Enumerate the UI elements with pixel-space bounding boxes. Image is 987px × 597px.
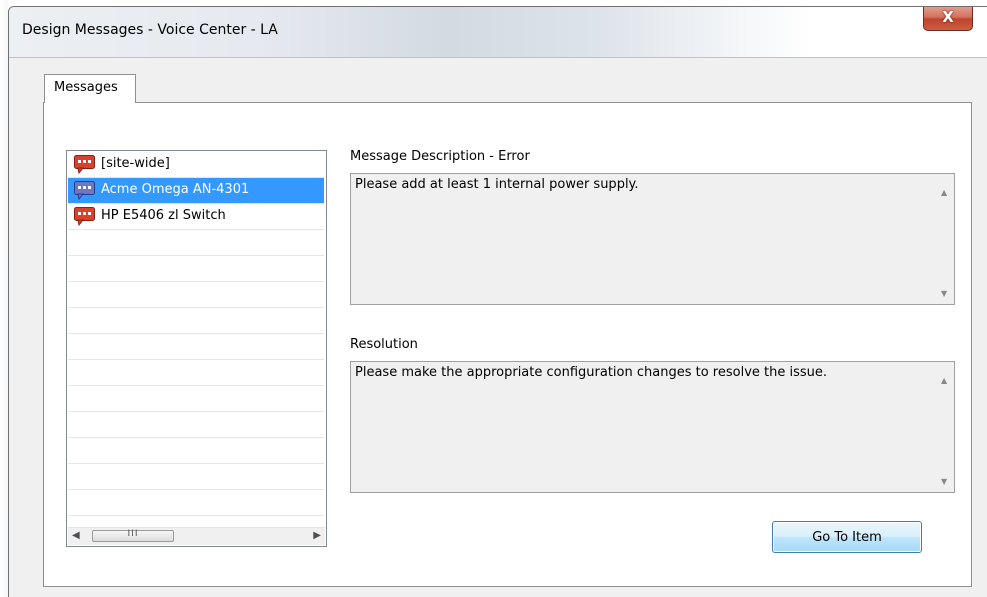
- description-heading: Message Description - Error: [350, 149, 530, 164]
- scrollbar-grip: III: [127, 529, 139, 539]
- list-item-selected[interactable]: Acme Omega AN-4301: [68, 178, 324, 204]
- empty-row: [68, 386, 324, 412]
- empty-row: [68, 308, 324, 334]
- list-item-label: [site-wide]: [101, 156, 170, 171]
- empty-row: [68, 438, 324, 464]
- go-to-item-button[interactable]: Go To Item: [772, 521, 922, 553]
- empty-row: [68, 360, 324, 386]
- tab-messages[interactable]: Messages: [44, 74, 136, 103]
- error-message-icon: [74, 207, 95, 226]
- scrollbar-thumb[interactable]: III: [92, 529, 174, 542]
- list-item-label: HP E5406 zl Switch: [101, 208, 226, 223]
- close-icon: X: [942, 8, 954, 26]
- info-message-icon: [74, 181, 95, 200]
- tab-messages-label: Messages: [54, 80, 118, 95]
- resolution-heading: Resolution: [350, 337, 418, 352]
- error-message-icon: [74, 155, 95, 174]
- list-item[interactable]: HP E5406 zl Switch: [68, 204, 324, 230]
- scroll-right-icon[interactable]: ▶: [313, 530, 321, 541]
- empty-row: [68, 230, 324, 256]
- empty-row: [68, 334, 324, 360]
- description-text: Please add at least 1 internal power sup…: [355, 177, 639, 192]
- description-textbox[interactable]: Please add at least 1 internal power sup…: [350, 173, 955, 305]
- resolution-text: Please make the appropriate configuratio…: [355, 365, 828, 380]
- resolution-textbox[interactable]: Please make the appropriate configuratio…: [350, 361, 955, 493]
- scroll-up-icon[interactable]: ▲: [941, 376, 947, 385]
- description-vertical-scrollbar[interactable]: ▲ ▼: [937, 174, 954, 304]
- empty-row: [68, 412, 324, 438]
- empty-row: [68, 490, 324, 516]
- go-to-item-label: Go To Item: [812, 530, 882, 545]
- window-client-area: Messages [site-wide] Acme Omega AN-4301 …: [9, 57, 987, 597]
- scroll-down-icon[interactable]: ▼: [941, 477, 947, 486]
- messages-list[interactable]: [site-wide] Acme Omega AN-4301 HP E5406 …: [66, 150, 327, 547]
- empty-row: [68, 282, 324, 308]
- scroll-down-icon[interactable]: ▼: [941, 289, 947, 298]
- empty-row: [68, 256, 324, 282]
- list-horizontal-scrollbar[interactable]: ◀ III ▶: [68, 527, 325, 545]
- scroll-left-icon[interactable]: ◀: [72, 530, 80, 541]
- close-button[interactable]: X: [923, 7, 973, 31]
- empty-row: [68, 464, 324, 490]
- title-bar[interactable]: Design Messages - Voice Center - LA X: [9, 7, 987, 57]
- design-messages-window: Design Messages - Voice Center - LA X Me…: [8, 6, 987, 597]
- scroll-up-icon[interactable]: ▲: [941, 188, 947, 197]
- resolution-vertical-scrollbar[interactable]: ▲ ▼: [937, 362, 954, 492]
- desktop-edge: [0, 0, 8, 597]
- messages-tab-panel: [site-wide] Acme Omega AN-4301 HP E5406 …: [43, 102, 972, 587]
- window-title: Design Messages - Voice Center - LA: [22, 22, 278, 38]
- list-item[interactable]: [site-wide]: [68, 152, 324, 178]
- list-item-label: Acme Omega AN-4301: [101, 182, 250, 197]
